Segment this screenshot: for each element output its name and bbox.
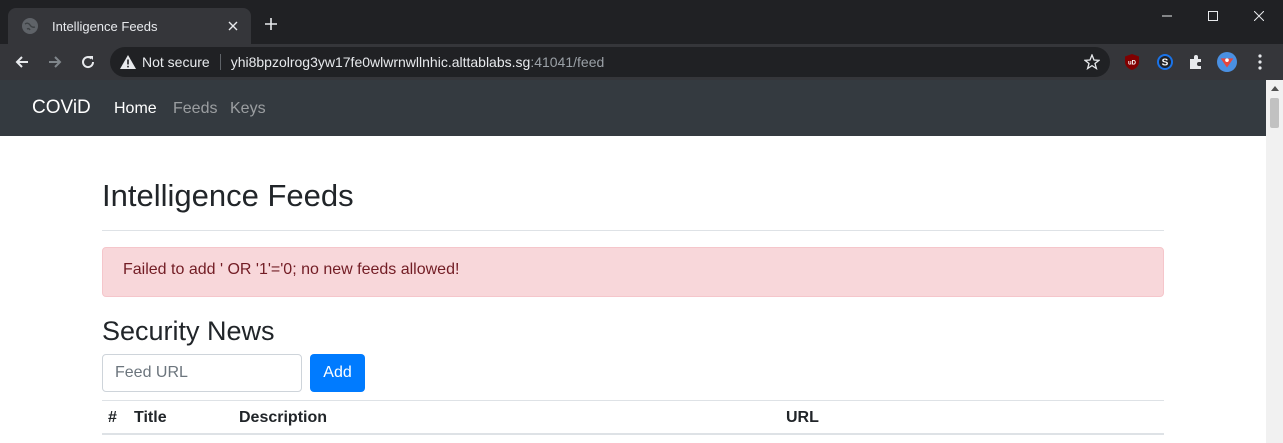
page-viewport: COViD Home Feeds Keys Intelligence Feeds… [0, 80, 1266, 443]
column-header-url: URL [786, 409, 819, 426]
ublock-extension-icon[interactable]: uD [1122, 52, 1142, 72]
security-status-label[interactable]: Not secure [142, 54, 210, 70]
tab-close-icon[interactable] [225, 18, 241, 34]
browser-tab-strip: Intelligence Feeds [0, 0, 1283, 44]
globe-icon [22, 18, 38, 34]
section-title: Security News [102, 316, 275, 346]
site-brand[interactable]: COViD [32, 97, 91, 119]
profile-avatar-icon[interactable] [1217, 52, 1237, 72]
table-top-border [102, 400, 1164, 401]
column-header-number: # [108, 409, 117, 426]
page-title: Intelligence Feeds [102, 178, 354, 213]
svg-text:S: S [1162, 58, 1169, 69]
tab-title: Intelligence Feeds [52, 18, 158, 34]
site-navbar: COViD Home Feeds Keys [0, 80, 1266, 136]
extensions-puzzle-icon[interactable] [1186, 52, 1206, 72]
browser-toolbar: Not secure yhi8bpzolrog3yw17fe0wlwrnwlln… [0, 44, 1283, 80]
back-arrow-icon[interactable] [10, 50, 34, 74]
bookmark-star-icon[interactable] [1083, 53, 1101, 71]
add-feed-button[interactable]: Add [310, 354, 365, 392]
address-bar[interactable]: Not secure yhi8bpzolrog3yw17fe0wlwrnwlln… [110, 47, 1110, 77]
address-separator [219, 54, 221, 70]
url-host: yhi8bpzolrog3yw17fe0wlwrnwllnhic.alttabl… [230, 54, 531, 70]
maximize-window-icon[interactable] [1190, 0, 1236, 32]
title-divider [102, 230, 1164, 231]
new-tab-icon[interactable] [260, 14, 282, 36]
page-scrollbar[interactable] [1266, 80, 1283, 443]
scroll-up-arrow-icon[interactable] [1266, 80, 1283, 97]
scrollbar-thumb[interactable] [1270, 98, 1279, 128]
nav-link-home[interactable]: Home [114, 100, 157, 118]
column-header-title: Title [134, 409, 167, 426]
table-header-border [102, 433, 1164, 435]
browser-menu-icon[interactable] [1250, 52, 1270, 72]
svg-text:uD: uD [1128, 61, 1137, 67]
s-extension-icon[interactable]: S [1155, 52, 1175, 72]
nav-link-keys[interactable]: Keys [230, 100, 266, 118]
nav-link-feeds[interactable]: Feeds [173, 100, 217, 118]
column-header-description: Description [239, 409, 328, 426]
close-window-icon[interactable] [1236, 0, 1282, 32]
reload-icon[interactable] [76, 50, 100, 74]
minimize-window-icon[interactable] [1144, 0, 1190, 32]
feed-url-input[interactable] [102, 354, 302, 392]
browser-tab[interactable]: Intelligence Feeds [8, 8, 251, 44]
forward-arrow-icon[interactable] [43, 50, 67, 74]
url-path: :41041/feed [530, 54, 605, 70]
error-alert: Failed to add ' OR '1'='0; no new feeds … [102, 247, 1164, 297]
warning-icon[interactable] [120, 54, 136, 70]
